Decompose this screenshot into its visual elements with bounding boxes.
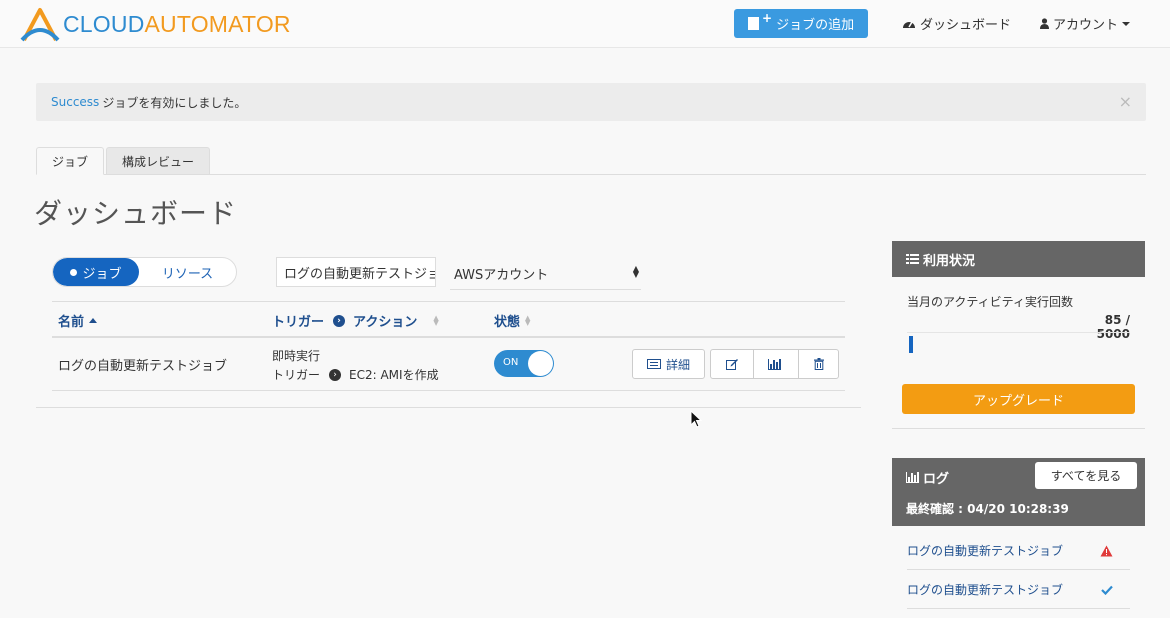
sort-icon: ▲ ▼: [525, 313, 531, 327]
nav-dashboard[interactable]: ダッシュボード: [902, 14, 1011, 33]
user-icon: [1040, 18, 1049, 29]
edit-icon: [725, 359, 738, 370]
log-item-label: ログの自動更新テストジョブ: [907, 544, 1064, 558]
upgrade-button[interactable]: アップグレード: [902, 384, 1135, 414]
detail-label: 詳細: [665, 357, 690, 372]
log-item[interactable]: ログの自動更新テストジョブ: [907, 571, 1130, 609]
table-row-border: [52, 390, 845, 391]
panel-divider: [36, 407, 861, 408]
select-arrows-icon: ▲ ▼: [632, 264, 639, 279]
stats-button[interactable]: [753, 349, 799, 379]
trigger-action: トリガー › EC2: AMIを作成: [272, 366, 439, 383]
radio-dot-icon: [70, 268, 78, 276]
log-panel-header: ログ すべてを見る 最終確認 : 04/20 10:28:39: [892, 458, 1145, 526]
nav-account-label: アカウント: [1053, 18, 1119, 33]
toggle-jobs-label: ジョブ: [82, 266, 122, 282]
page-title: ダッシュボード: [34, 197, 238, 230]
sort-icon: ▲ ▼: [433, 313, 439, 327]
sort-ascending-icon: [89, 318, 98, 323]
last-checked: 最終確認 : 04/20 10:28:39: [906, 502, 1069, 516]
tab-jobs[interactable]: ジョブ: [36, 147, 104, 175]
nav-dashboard-label: ダッシュボード: [920, 18, 1012, 33]
arrow-right-circle-icon: ›: [329, 368, 342, 381]
edit-button[interactable]: [710, 349, 754, 379]
action-label: EC2: AMIを作成: [349, 368, 439, 382]
usage-divider: [907, 332, 1130, 333]
list-icon: [906, 254, 919, 264]
alert-prefix: Success: [51, 95, 100, 109]
column-header-trigger-action[interactable]: トリガー › アクション ▲ ▼: [272, 311, 439, 330]
add-job-button[interactable]: + ジョブの追加: [734, 9, 868, 38]
warning-icon: [1100, 545, 1113, 556]
aws-account-select[interactable]: AWSアカウント ▲ ▼: [450, 257, 641, 290]
top-navbar: CLOUDAUTOMATOR + ジョブの追加 ダッシュボード アカウント: [0, 0, 1170, 48]
arrow-right-circle-icon: ›: [333, 314, 346, 327]
usage-label: 当月のアクティビティ実行回数: [907, 295, 1073, 309]
bar-chart-icon: [906, 472, 919, 483]
view-toggle: ジョブ リソース: [52, 257, 237, 287]
column-header-action-label: アクション: [353, 315, 418, 330]
column-header-name-label: 名前: [58, 315, 85, 330]
success-alert: Success ジョブを有効にしました。 ×: [36, 83, 1146, 121]
toggle-jobs[interactable]: ジョブ: [53, 258, 139, 286]
table-top-border: [52, 301, 845, 302]
nav-account-dropdown[interactable]: アカウント: [1040, 14, 1131, 33]
usage-title: 利用状況: [923, 253, 976, 269]
logo-text: CLOUDAUTOMATOR: [63, 10, 291, 37]
alert-message: ジョブを有効にしました。: [102, 95, 247, 110]
toggle-state-label: ON: [503, 357, 519, 368]
usage-panel-header: 利用状況: [892, 241, 1145, 277]
job-state-toggle[interactable]: ON: [494, 350, 554, 377]
log-item[interactable]: ログの自動更新テストジョブ: [907, 532, 1130, 570]
add-job-label: ジョブの追加: [776, 18, 855, 33]
chevron-down-icon: [1122, 21, 1131, 26]
trigger-label: トリガー: [272, 368, 321, 382]
tab-config-review[interactable]: 構成レビュー: [106, 147, 210, 175]
file-icon: [748, 17, 759, 30]
plus-icon: +: [762, 10, 773, 25]
close-icon[interactable]: ×: [1119, 92, 1132, 111]
toggle-knob: [528, 351, 553, 376]
column-header-name[interactable]: 名前: [58, 311, 98, 330]
see-all-button[interactable]: すべてを見る: [1035, 462, 1137, 489]
log-item-label: ログの自動更新テストジョブ: [907, 583, 1064, 597]
column-header-state[interactable]: 状態 ▲ ▼: [494, 311, 530, 330]
log-title: ログ: [906, 468, 949, 487]
job-filter-input[interactable]: ログの自動更新テストジョブ: [276, 257, 436, 287]
column-header-state-label: 状態: [494, 315, 521, 330]
list-icon: [646, 359, 661, 369]
trigger-type: 即時実行: [272, 349, 321, 363]
mouse-cursor-icon: [690, 410, 702, 428]
dashboard-icon: [903, 21, 915, 28]
detail-button[interactable]: 詳細: [632, 349, 705, 379]
log-title-label: ログ: [923, 472, 950, 487]
logo[interactable]: CLOUDAUTOMATOR: [20, 6, 291, 42]
column-header-trigger-label: トリガー: [272, 315, 325, 330]
aws-account-select-value: AWSアカウント: [454, 267, 549, 283]
delete-button[interactable]: [798, 349, 839, 379]
usage-progress-bar: [909, 336, 1130, 353]
table-header-border: [52, 336, 845, 338]
usage-progress-fill: [909, 336, 913, 353]
sidebar-divider: [892, 428, 1145, 429]
toggle-resources[interactable]: リソース: [139, 258, 236, 286]
trash-icon: [813, 358, 824, 370]
logo-icon: [20, 8, 60, 42]
job-name: ログの自動更新テストジョブ: [58, 359, 228, 374]
check-icon: [1101, 585, 1113, 595]
bar-chart-icon: [767, 358, 781, 370]
